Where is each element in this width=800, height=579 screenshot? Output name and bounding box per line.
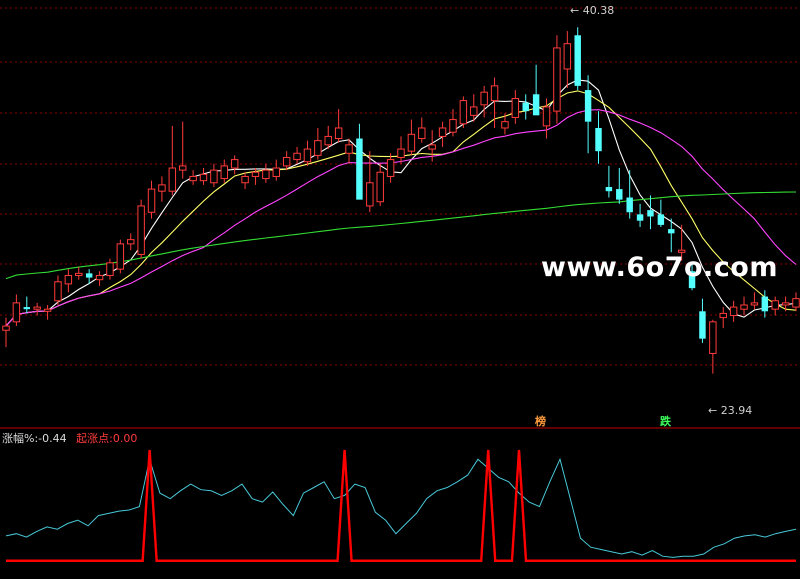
candle-body-up: [376, 171, 384, 203]
indicator-value: -0.44: [38, 432, 67, 445]
low-price-label: ← 23.94: [708, 404, 753, 417]
candle-body-down: [522, 102, 529, 112]
candle-body-up: [334, 127, 343, 140]
indicator-name: 涨幅%:: [2, 432, 39, 445]
candle-body-up: [75, 272, 83, 276]
candle-body-down: [761, 296, 769, 312]
candle-body-up: [293, 152, 301, 161]
candle-body-down: [616, 189, 623, 200]
candle-body-down: [23, 307, 31, 310]
candle-body-up: [563, 43, 572, 70]
candle-body-up: [397, 148, 405, 158]
candle-body-up: [750, 302, 759, 306]
candle-body-up: [501, 121, 509, 129]
indicator-panel: [5, 449, 797, 562]
candle-body-up: [116, 243, 125, 270]
candle-body-down: [657, 214, 665, 225]
candle-body-up: [366, 182, 374, 207]
candle-body-up: [147, 188, 156, 213]
candle-body-down: [636, 214, 644, 221]
candle-body-up: [438, 127, 447, 137]
stock-chart: [0, 7, 800, 562]
candle-body-down: [532, 94, 540, 116]
candle-body-down: [647, 210, 654, 217]
candle-body-up: [480, 91, 488, 106]
candle-body-up: [303, 148, 312, 163]
candle-body-down: [85, 273, 93, 278]
candle-body-up: [719, 312, 727, 319]
indicator-legend: 涨幅%:-0.44 起涨点:0.00: [2, 432, 137, 445]
candle-body-up: [511, 97, 520, 118]
ma10-line: [5, 90, 797, 327]
candle-body-up: [210, 169, 218, 184]
candle-body-up: [553, 47, 561, 112]
candle-body-down: [595, 127, 602, 152]
candle-body-down: [574, 35, 581, 86]
candle-body-up: [792, 298, 800, 308]
candle-body-up: [459, 100, 468, 125]
candle-body-down: [356, 138, 363, 200]
low-price-value: 23.94: [720, 404, 753, 417]
candle-body-down: [584, 90, 592, 122]
candle-body-up: [220, 165, 229, 180]
rise-point-label: 起涨点:: [76, 432, 113, 445]
candle-body-up: [262, 169, 270, 180]
candle-body-up: [324, 135, 332, 146]
candle-body-up: [12, 302, 21, 323]
candle-body-up: [314, 140, 322, 156]
candle-body-up: [43, 308, 52, 312]
moving-averages: [5, 79, 797, 327]
candle-body-up: [54, 281, 62, 302]
candle-body-up: [428, 144, 436, 150]
candle-body-up: [282, 156, 291, 167]
candle-body-down: [668, 229, 675, 234]
candle-body-up: [64, 274, 73, 285]
candle-body-down: [626, 197, 633, 213]
candle-body-up: [470, 106, 478, 116]
candle-body-up: [106, 262, 114, 276]
candle-body-up: [168, 167, 177, 192]
signal-badge-list: 榜: [535, 415, 546, 428]
candles: [2, 27, 800, 374]
candle-body-up: [386, 159, 395, 177]
candle-body-up: [95, 274, 104, 281]
rise-point-signal: [6, 449, 796, 562]
candle-body-up: [407, 133, 416, 152]
candle-body-up: [542, 106, 551, 127]
high-price-value: 40.38: [582, 4, 615, 17]
candle-body-up: [729, 306, 738, 317]
candle-body-up: [189, 175, 197, 182]
candle-body-down: [699, 311, 706, 339]
candle-body-up: [199, 173, 208, 182]
signal-badge-fall: 跌: [660, 415, 671, 428]
candle-body-up: [230, 159, 239, 169]
candle-body-up: [740, 304, 748, 310]
candle-body-up: [781, 302, 790, 306]
candle-body-up: [33, 306, 41, 310]
candle-body-up: [771, 300, 779, 310]
candle-body-up: [178, 165, 187, 171]
candle-body-up: [241, 175, 249, 184]
ma5-line: [5, 79, 797, 327]
candle-body-up: [158, 184, 166, 192]
candle-body-down: [605, 186, 613, 192]
candle-body-up: [418, 127, 426, 140]
candle-body-up: [449, 119, 457, 133]
candle-body-up: [127, 239, 135, 245]
candle-body-up: [251, 171, 260, 177]
candle-body-up: [490, 85, 499, 102]
candle-body-up: [272, 167, 280, 177]
price-grid: [0, 7, 800, 429]
high-price-label: ← 40.38: [570, 4, 615, 17]
candle-body-up: [709, 321, 717, 354]
watermark-text: www.6o7o.com: [541, 252, 778, 283]
candle-body-up: [345, 144, 353, 154]
candle-body-up: [137, 205, 145, 255]
indicator-line: [5, 457, 797, 558]
rise-point-value: 0.00: [112, 432, 138, 445]
candle-body-up: [2, 325, 10, 331]
